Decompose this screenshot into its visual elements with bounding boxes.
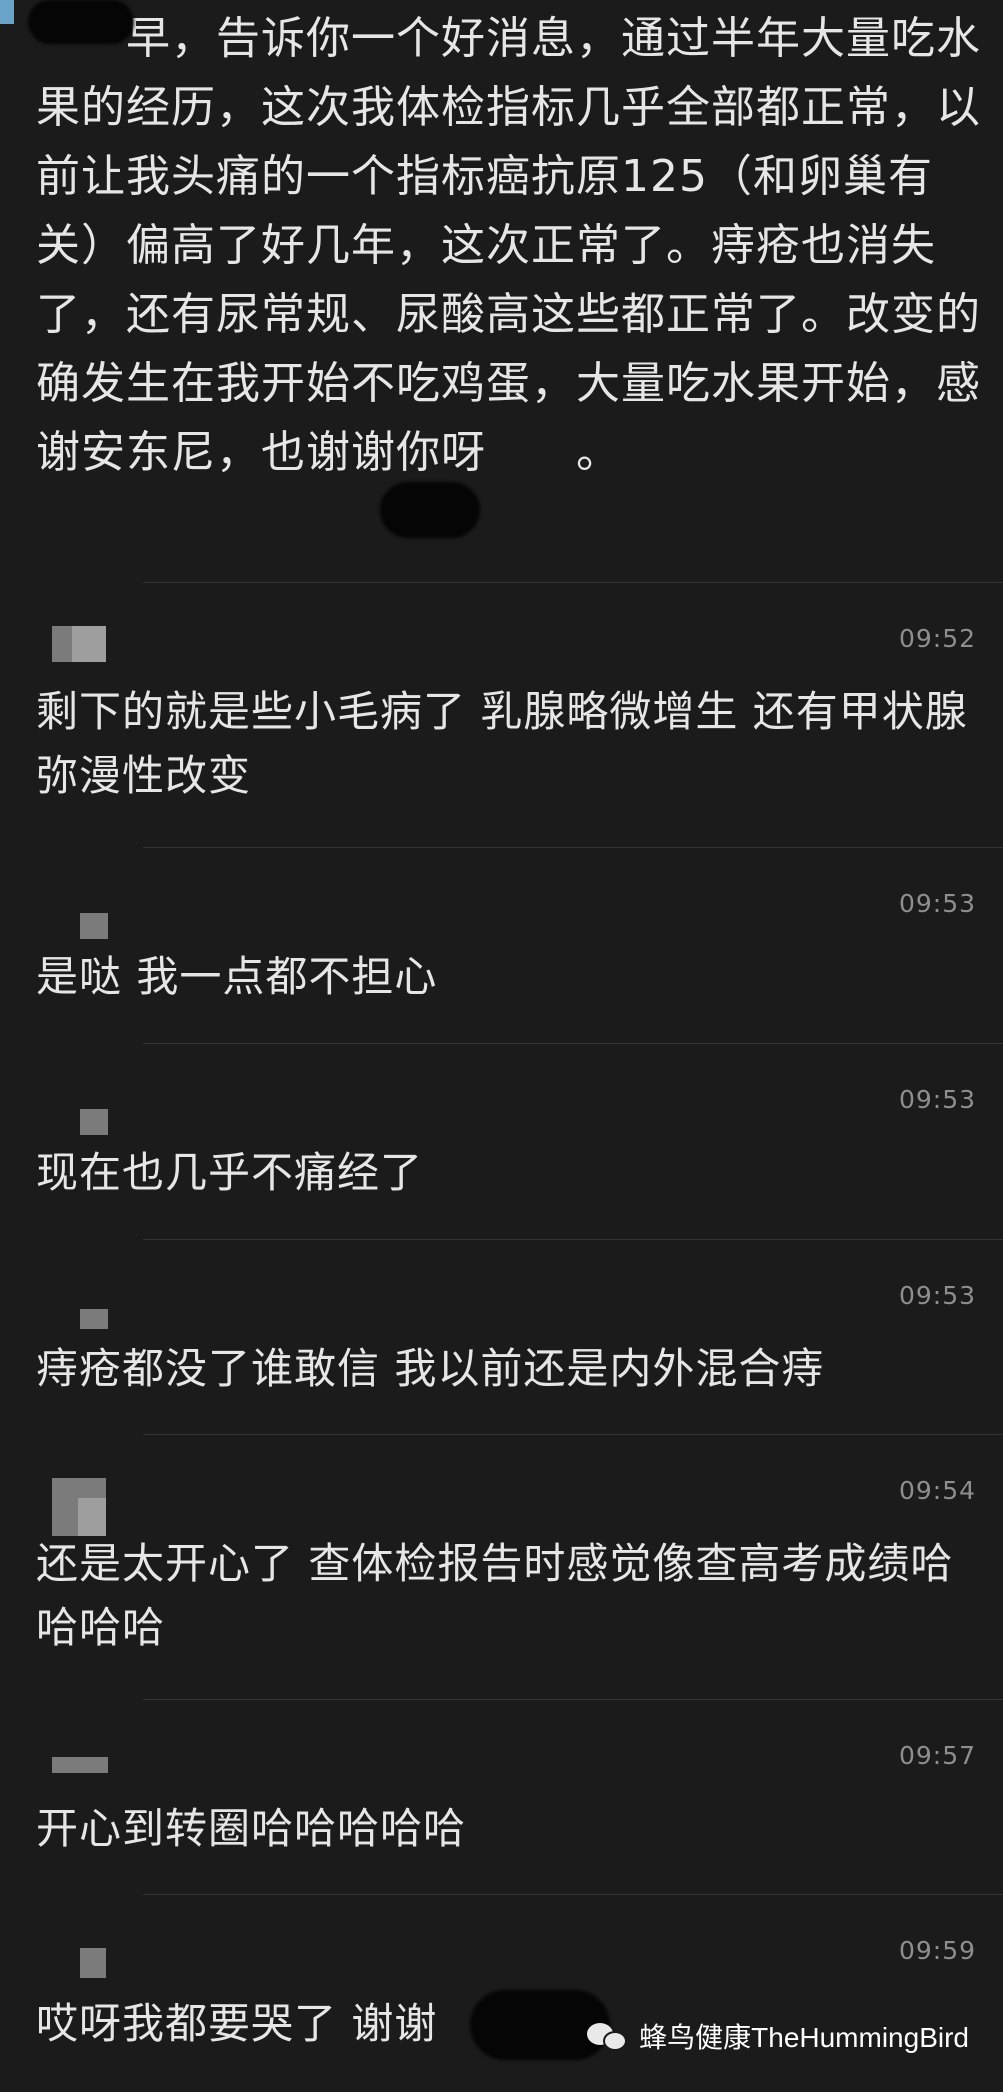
avatar xyxy=(80,1309,108,1329)
message-timestamp: 09:53 xyxy=(898,1085,976,1114)
message-text: 痔疮都没了谁敢信 我以前还是内外混合痔 xyxy=(36,1344,825,1393)
message-timestamp: 09:52 xyxy=(898,624,976,653)
message-text: 开心到转圈哈哈哈哈哈 xyxy=(36,1804,467,1853)
redaction-blob xyxy=(380,482,480,538)
message-timestamp: 09:54 xyxy=(898,1476,976,1505)
avatar xyxy=(52,626,106,662)
message-item: 09:54 还是太开心了 查体检报告时感觉像查高考成绩哈哈哈哈 xyxy=(0,1434,1003,1699)
message-item: 09:53 是哒 我一点都不担心 xyxy=(0,847,1003,1043)
redaction-blob xyxy=(28,0,134,44)
avatar xyxy=(52,1478,106,1536)
message-item: 09:52 剩下的就是些小毛病了 乳腺略微增生 还有甲状腺弥漫性改变 xyxy=(0,582,1003,847)
message-timestamp: 09:53 xyxy=(898,1281,976,1310)
avatar xyxy=(52,1757,108,1773)
watermark: 蜂鸟健康TheHummingBird xyxy=(587,2016,969,2056)
message-timestamp: 09:59 xyxy=(898,1936,976,1965)
message-timestamp: 09:57 xyxy=(898,1741,976,1770)
edge-indicator xyxy=(0,0,14,24)
message-item: 09:53 现在也几乎不痛经了 xyxy=(0,1043,1003,1239)
message-item: 09:57 开心到转圈哈哈哈哈哈 xyxy=(0,1699,1003,1894)
message-text: 还是太开心了 查体检报告时感觉像查高考成绩哈哈哈哈 xyxy=(36,1539,954,1652)
watermark-label: 蜂鸟健康TheHummingBird xyxy=(639,2022,969,2053)
avatar xyxy=(80,1948,106,1978)
message-item: 09:53 痔疮都没了谁敢信 我以前还是内外混合痔 xyxy=(0,1239,1003,1434)
message-text: 剩下的就是些小毛病了 乳腺略微增生 还有甲状腺弥漫性改变 xyxy=(36,687,968,800)
avatar xyxy=(80,913,108,939)
wechat-icon xyxy=(587,2019,629,2053)
message-text-first: 早，告诉你一个好消息，通过半年大量吃水果的经历，这次我体检指标几乎全部都正常，以… xyxy=(36,13,981,478)
avatar xyxy=(80,1109,108,1135)
message-item: 09:59 哎呀我都要哭了 谢谢 xyxy=(0,1894,1003,2092)
message-text: 现在也几乎不痛经了 xyxy=(36,1148,424,1197)
message-text: 是哒 我一点都不担心 xyxy=(36,952,438,1001)
message-timestamp: 09:53 xyxy=(898,889,976,918)
chat-screen: 早，告诉你一个好消息，通过半年大量吃水果的经历，这次我体检指标几乎全部都正常，以… xyxy=(0,0,1003,2092)
